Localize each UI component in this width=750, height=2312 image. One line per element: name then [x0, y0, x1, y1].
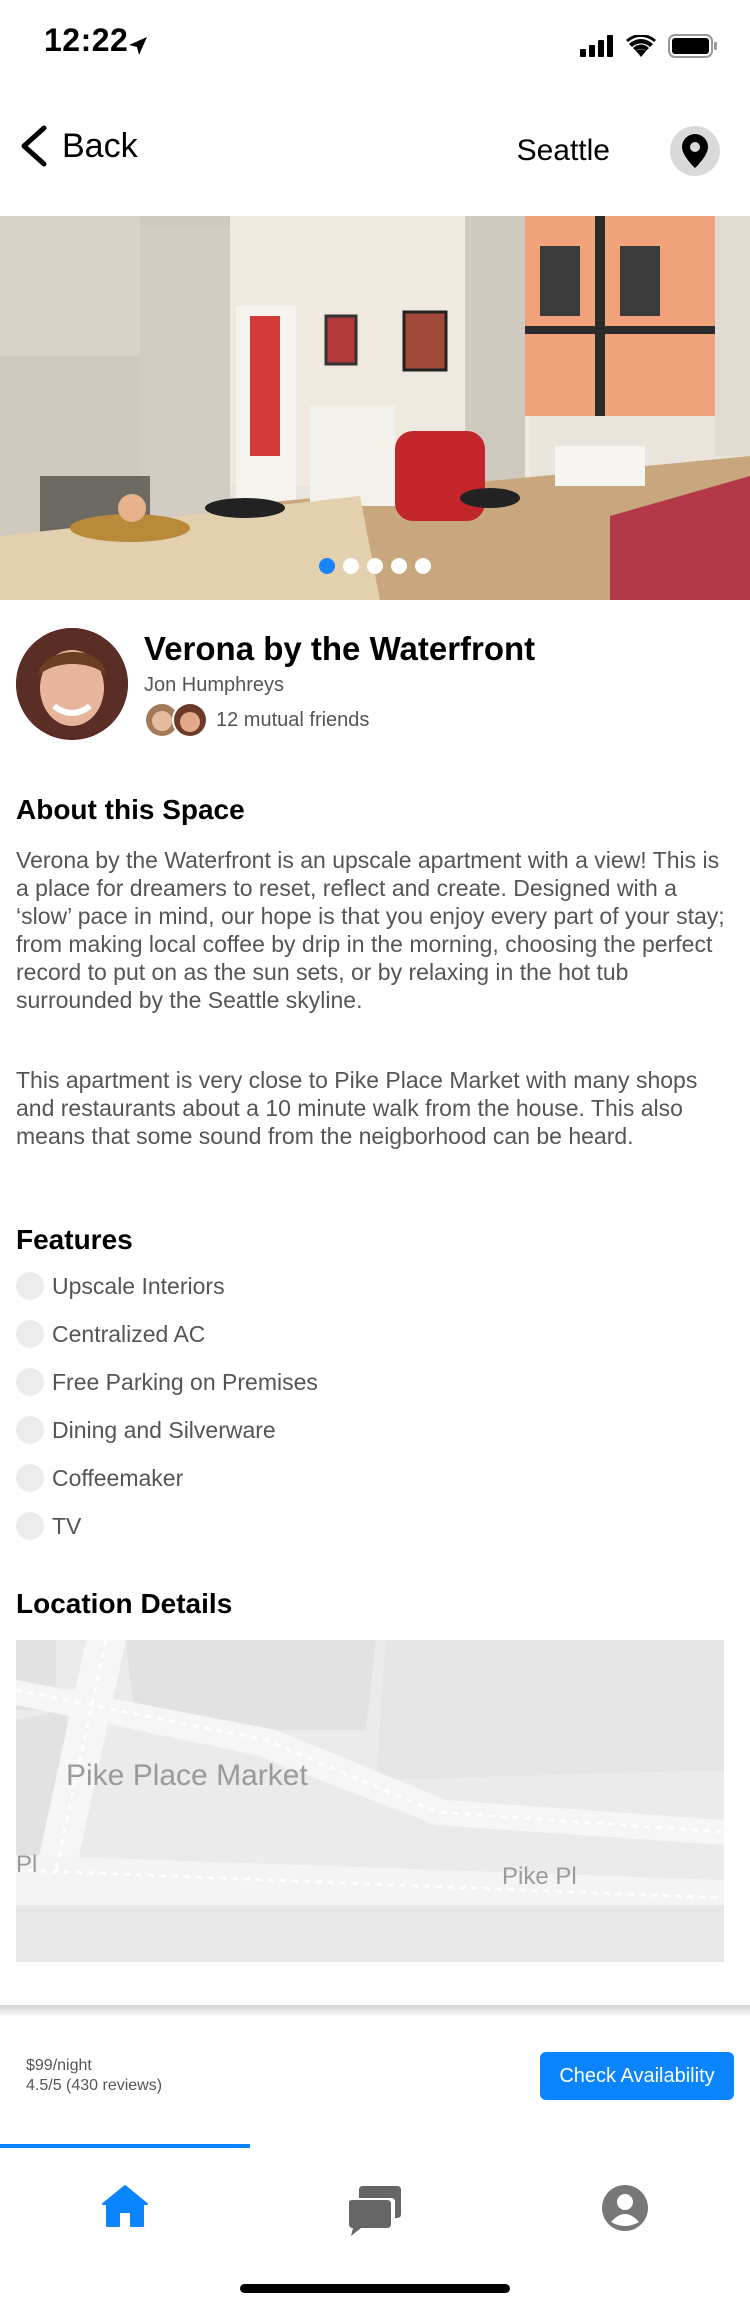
- rating-label: 4.5/5 (430 reviews): [26, 2077, 163, 2094]
- mutual-friends[interactable]: 12 mutual friends: [144, 702, 369, 738]
- mutual-friends-label: 12 mutual friends: [216, 708, 370, 731]
- price-label: $99/night: [26, 2057, 92, 2074]
- friend-avatar: [172, 702, 208, 738]
- back-label: Back: [62, 126, 138, 165]
- host-name[interactable]: Jon Humphreys: [144, 674, 284, 697]
- host-avatar[interactable]: [16, 628, 128, 740]
- carousel-indicator[interactable]: [0, 558, 750, 574]
- cellular-signal-icon: [580, 35, 613, 57]
- feature-item: Dining and Silverware: [16, 1416, 276, 1444]
- map-label: Pl: [16, 1851, 37, 1878]
- carousel-dot[interactable]: [367, 558, 383, 574]
- feature-item: Coffeemaker: [16, 1464, 183, 1492]
- map-pin-icon: [682, 134, 708, 168]
- location-map[interactable]: Pike Place Market Pl Pike Pl: [16, 1640, 724, 1962]
- carousel-dot[interactable]: [319, 558, 335, 574]
- feature-label: Free Parking on Premises: [52, 1368, 318, 1395]
- map-label: Pike Pl: [502, 1863, 577, 1890]
- feature-bullet-icon: [16, 1416, 44, 1444]
- listing-title: Verona by the Waterfront: [144, 630, 536, 667]
- feature-item: TV: [16, 1512, 81, 1540]
- tab-home[interactable]: [0, 2184, 250, 2228]
- home-icon: [102, 2185, 148, 2227]
- footer-divider: [0, 2005, 750, 2017]
- tab-messages[interactable]: [250, 2184, 500, 2236]
- feature-item: Free Parking on Premises: [16, 1368, 318, 1396]
- wifi-icon: [626, 35, 656, 57]
- home-indicator: [240, 2284, 510, 2293]
- listing-photo-carousel[interactable]: [0, 216, 750, 600]
- feature-label: TV: [52, 1512, 82, 1539]
- feature-item: Centralized AC: [16, 1320, 205, 1348]
- feature-label: Centralized AC: [52, 1320, 206, 1347]
- booking-summary: $99/night 4.5/5 (430 reviews): [26, 2056, 162, 2096]
- back-button[interactable]: Back: [16, 124, 138, 168]
- chevron-left-icon: [21, 125, 47, 167]
- apartment-photo: [0, 216, 750, 600]
- carousel-dot[interactable]: [391, 558, 407, 574]
- status-time: 12:22: [44, 22, 129, 58]
- feature-bullet-icon: [16, 1464, 44, 1492]
- tab-profile[interactable]: [500, 2184, 750, 2232]
- about-paragraph: Verona by the Waterfront is an upscale a…: [16, 847, 725, 1013]
- location-pin-button[interactable]: [670, 126, 720, 176]
- feature-item: Upscale Interiors: [16, 1272, 225, 1300]
- profile-icon: [602, 2185, 648, 2231]
- feature-bullet-icon: [16, 1320, 44, 1348]
- feature-bullet-icon: [16, 1512, 44, 1540]
- battery-icon: [668, 34, 717, 58]
- host-photo: [16, 628, 128, 740]
- feature-label: Dining and Silverware: [52, 1416, 276, 1443]
- feature-bullet-icon: [16, 1368, 44, 1396]
- location-heading: Location Details: [16, 1588, 233, 1619]
- feature-bullet-icon: [16, 1272, 44, 1300]
- check-availability-button[interactable]: Check Availability: [540, 2052, 734, 2100]
- map-graphic: Pike Place Market Pl Pike Pl: [16, 1640, 724, 1962]
- messages-icon: [349, 2186, 401, 2236]
- about-heading: About this Space: [16, 794, 245, 825]
- feature-label: Upscale Interiors: [52, 1272, 225, 1299]
- city-label[interactable]: Seattle: [517, 134, 610, 168]
- map-label: Pike Place Market: [66, 1759, 308, 1792]
- active-tab-indicator: [0, 2144, 250, 2148]
- status-icons: [580, 34, 718, 58]
- location-arrow-icon: [129, 37, 147, 55]
- carousel-dot[interactable]: [343, 558, 359, 574]
- features-heading: Features: [16, 1224, 133, 1255]
- carousel-dot[interactable]: [415, 558, 431, 574]
- about-paragraph: This apartment is very close to Pike Pla…: [16, 1067, 698, 1149]
- feature-label: Coffeemaker: [52, 1464, 184, 1491]
